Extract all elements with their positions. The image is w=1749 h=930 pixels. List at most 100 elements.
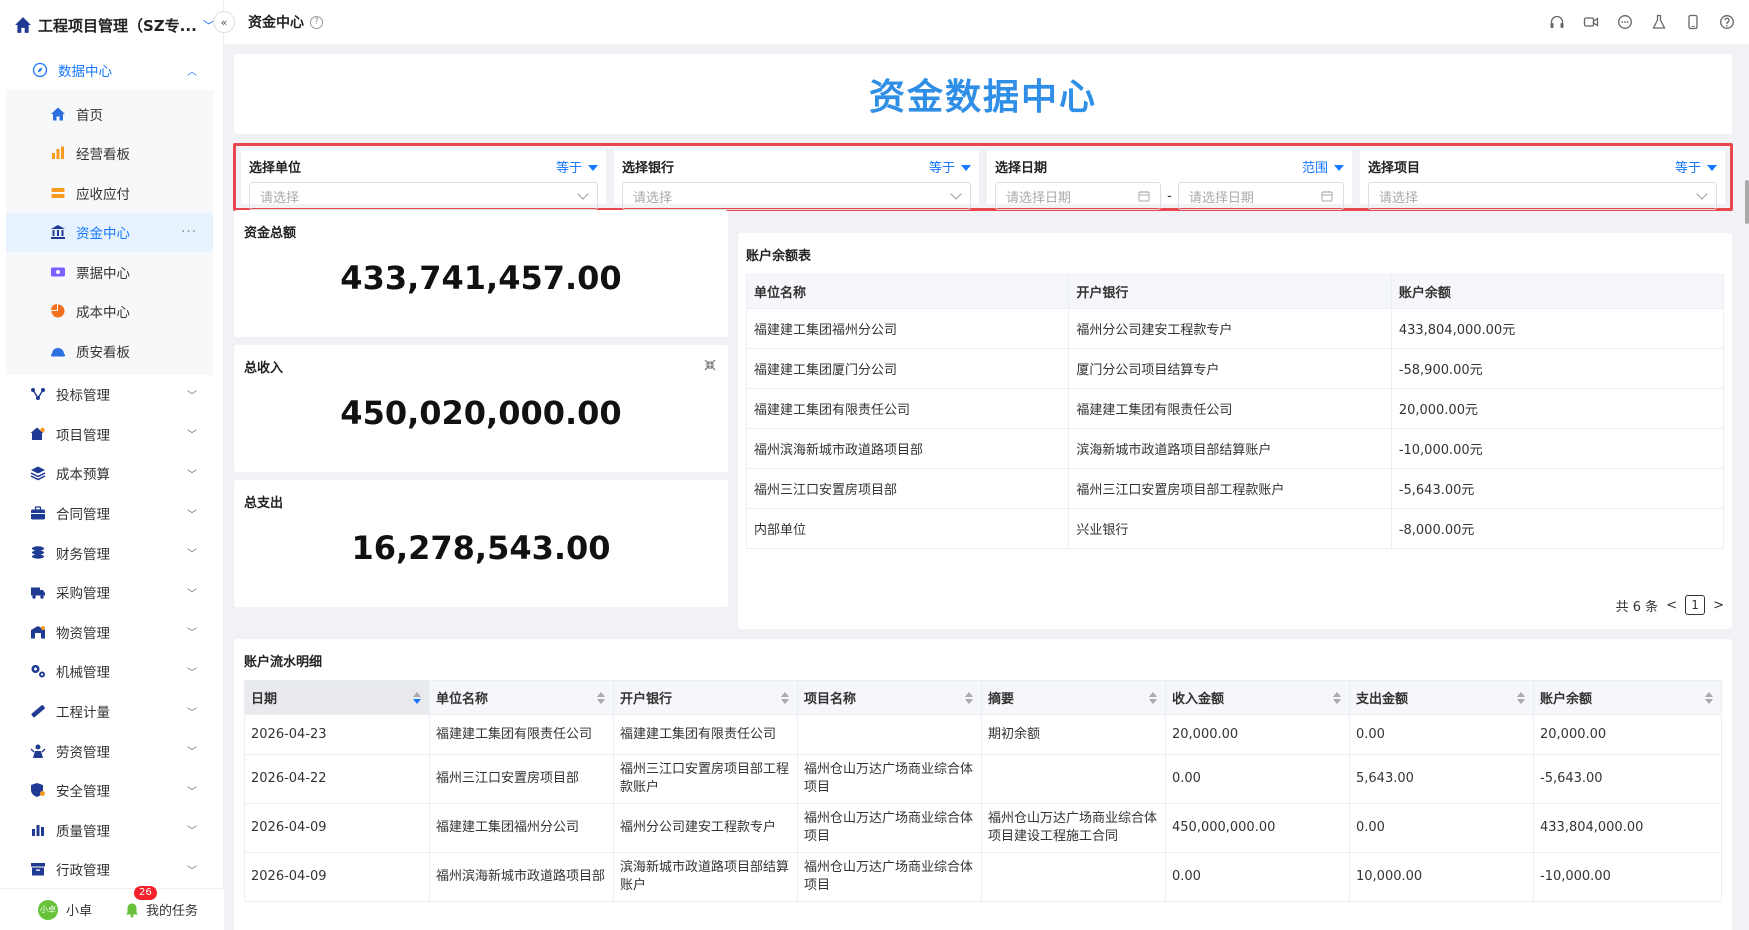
sidebar: 工程项目管理（SZ专... ﹀ 数据中心 ︿ 首页 经营看板 应收应付 资金中心… <box>0 0 224 930</box>
filter-operator-dropdown[interactable]: 范围 <box>1302 157 1344 176</box>
column-header-income[interactable]: 收入金额 <box>1165 680 1350 715</box>
sidebar-item-finance[interactable]: 财务管理 ﹀ <box>0 533 223 573</box>
sort-icon[interactable] <box>1333 692 1341 704</box>
bank-select[interactable]: 请选择 <box>622 182 971 210</box>
chevron-down-icon: ﹀ <box>187 469 197 481</box>
avatar[interactable]: 小卓 <box>38 899 58 920</box>
sidebar-item-material[interactable]: 物资管理 ﹀ <box>0 612 223 652</box>
table-cell: 福州三江口安置房项目部工程款账户 <box>1068 468 1392 509</box>
sidebar-item-budget[interactable]: 成本预算 ﹀ <box>0 454 223 494</box>
sidebar-item-labor[interactable]: 劳资管理 ﹀ <box>0 731 223 771</box>
card-icon <box>51 187 65 198</box>
table-cell: -10,000.00 <box>1533 852 1722 902</box>
video-icon[interactable] <box>1583 14 1599 30</box>
sidebar-item-purchase[interactable]: 采购管理 ﹀ <box>0 572 223 612</box>
sidebar-item-project[interactable]: 项目管理 ﹀ <box>0 414 223 454</box>
select-placeholder: 请选择 <box>1379 190 1419 206</box>
sort-icon[interactable] <box>781 692 789 704</box>
table-row[interactable]: 内部单位 兴业银行 -8,000.00元 <box>745 508 1725 549</box>
sidebar-item-business-board[interactable]: 经营看板 <box>6 134 213 174</box>
more-icon[interactable]: ··· <box>181 224 197 240</box>
sort-icon[interactable] <box>965 692 973 704</box>
column-header-unit[interactable]: 单位名称 <box>429 680 614 715</box>
briefcase-icon <box>31 506 45 520</box>
sidebar-item-bidding[interactable]: 投标管理 ﹀ <box>0 375 223 415</box>
chat-icon[interactable] <box>1617 14 1633 30</box>
mobile-icon[interactable] <box>1685 14 1701 30</box>
section-title: 账户流水明细 <box>244 655 323 670</box>
sidebar-item-quality[interactable]: 质量管理 ﹀ <box>0 810 223 850</box>
unit-select[interactable]: 请选择 <box>249 182 598 210</box>
table-row[interactable]: 2026-04-22 福州三江口安置房项目部 福州三江口安置房项目部工程款账户 … <box>244 754 1722 804</box>
stat-value: 450,020,000.00 <box>340 394 622 432</box>
start-date-input[interactable]: 请选择日期 <box>995 182 1162 210</box>
column-header-bank[interactable]: 开户银行 <box>613 680 798 715</box>
collapse-sidebar-button[interactable]: « <box>213 11 235 33</box>
chevron-down-icon: ﹀ <box>187 865 197 877</box>
sidebar-item-receivables[interactable]: 应收应付 <box>6 173 213 213</box>
sort-icon[interactable] <box>1517 692 1525 704</box>
help-icon[interactable]: ? <box>310 15 323 29</box>
account-flow-panel: 账户流水明细 日期 单位名称 开户银行 项目名称 摘要 收入金额 支出金额 账户… <box>234 639 1732 930</box>
sidebar-item-cost-center[interactable]: 成本中心 <box>6 292 213 332</box>
table-row[interactable]: 2026-04-23 福建建工集团有限责任公司 福建建工集团有限责任公司 期初余… <box>244 714 1722 755</box>
bar-chart-icon <box>32 824 44 836</box>
table-row[interactable]: 2026-04-09 福州滨海新城市政道路项目部 滨海新城市政道路项目部结算账户… <box>244 852 1722 902</box>
column-header-expense[interactable]: 支出金额 <box>1349 680 1534 715</box>
sidebar-item-admin[interactable]: 行政管理 ﹀ <box>0 850 223 890</box>
filter-label: 选择日期 <box>995 160 1048 176</box>
table-cell: 福建建工集团有限责任公司 <box>613 714 798 755</box>
project-select[interactable]: 请选择 <box>1368 182 1717 210</box>
chevron-up-icon: ︿ <box>187 66 197 78</box>
table-cell: 0.00 <box>1165 754 1350 804</box>
column-header-summary[interactable]: 摘要 <box>981 680 1166 715</box>
table-row[interactable]: 福建建工集团福州分公司 福州分公司建安工程款专户 433,804,000.00元 <box>745 308 1725 349</box>
sidebar-item-contract[interactable]: 合同管理 ﹀ <box>0 493 223 533</box>
page-number-button[interactable]: 1 <box>1685 595 1706 615</box>
flask-icon[interactable] <box>1651 14 1667 30</box>
sidebar-footer: 小卓 小卓 26 我的任务 <box>0 886 224 930</box>
my-tasks-button[interactable]: 26 我的任务 <box>124 886 198 919</box>
sort-icon[interactable] <box>597 692 605 704</box>
sidebar-item-machinery[interactable]: 机械管理 ﹀ <box>0 652 223 692</box>
next-page-button[interactable]: > <box>1713 598 1724 613</box>
column-header-date[interactable]: 日期 <box>244 680 430 715</box>
table-row[interactable]: 福州滨海新城市政道路项目部 滨海新城市政道路项目部结算账户 -10,000.00元 <box>745 428 1725 469</box>
sidebar-item-home[interactable]: 首页 <box>6 94 213 134</box>
sidebar-item-label: 应收应付 <box>76 186 130 203</box>
sort-icon[interactable] <box>1149 692 1157 704</box>
filter-operator-dropdown[interactable]: 等于 <box>929 157 971 176</box>
sidebar-item-measurement[interactable]: 工程计量 ﹀ <box>0 691 223 731</box>
sidebar-item-bill-center[interactable]: 票据中心 <box>6 252 213 292</box>
column-header-project[interactable]: 项目名称 <box>797 680 982 715</box>
end-date-input[interactable]: 请选择日期 <box>1177 182 1345 210</box>
user-name[interactable]: 小卓 <box>66 900 92 919</box>
sidebar-item-label: 采购管理 <box>56 586 110 603</box>
table-row[interactable]: 福建建工集团有限责任公司 福建建工集团有限责任公司 20,000.00元 <box>745 388 1725 429</box>
app-header[interactable]: 工程项目管理（SZ专... ﹀ <box>0 0 223 50</box>
sort-icon[interactable] <box>1705 692 1713 704</box>
table-cell: 福建建工集团有限责任公司 <box>745 388 1070 429</box>
sidebar-item-quality-board[interactable]: 质安看板 <box>6 331 213 371</box>
prev-page-button[interactable]: < <box>1666 598 1677 613</box>
page-scrollbar[interactable] <box>1745 180 1749 224</box>
collapse-icon[interactable] <box>704 359 716 371</box>
headset-icon[interactable] <box>1549 14 1565 30</box>
filter-operator-dropdown[interactable]: 等于 <box>1675 157 1717 176</box>
table-row[interactable]: 福建建工集团厦门分公司 厦门分公司项目结算专户 -58,900.00元 <box>745 348 1725 389</box>
table-cell <box>797 714 982 755</box>
column-header-balance[interactable]: 账户余额 <box>1533 680 1722 715</box>
pie-chart-icon <box>51 304 65 318</box>
dashboard-title: 资金数据中心 <box>868 77 1097 118</box>
table-row[interactable]: 2026-04-09 福建建工集团福州分公司 福州分公司建安工程款专户 福州仓山… <box>244 803 1722 853</box>
sidebar-group-data-center[interactable]: 数据中心 ︿ <box>0 50 223 90</box>
table-row[interactable]: 福州三江口安置房项目部 福州三江口安置房项目部工程款账户 -5,643.00元 <box>745 468 1725 509</box>
sort-icon[interactable] <box>413 692 421 704</box>
compass-icon <box>32 62 48 78</box>
sidebar-item-safety[interactable]: 安全管理 ﹀ <box>0 770 223 810</box>
table-cell: 433,804,000.00 <box>1533 803 1722 853</box>
filter-operator-dropdown[interactable]: 等于 <box>556 157 598 176</box>
question-icon[interactable] <box>1719 14 1735 30</box>
sidebar-item-fund-center[interactable]: 资金中心 ··· <box>6 212 213 252</box>
table-cell: 福州分公司建安工程款专户 <box>1068 308 1392 349</box>
